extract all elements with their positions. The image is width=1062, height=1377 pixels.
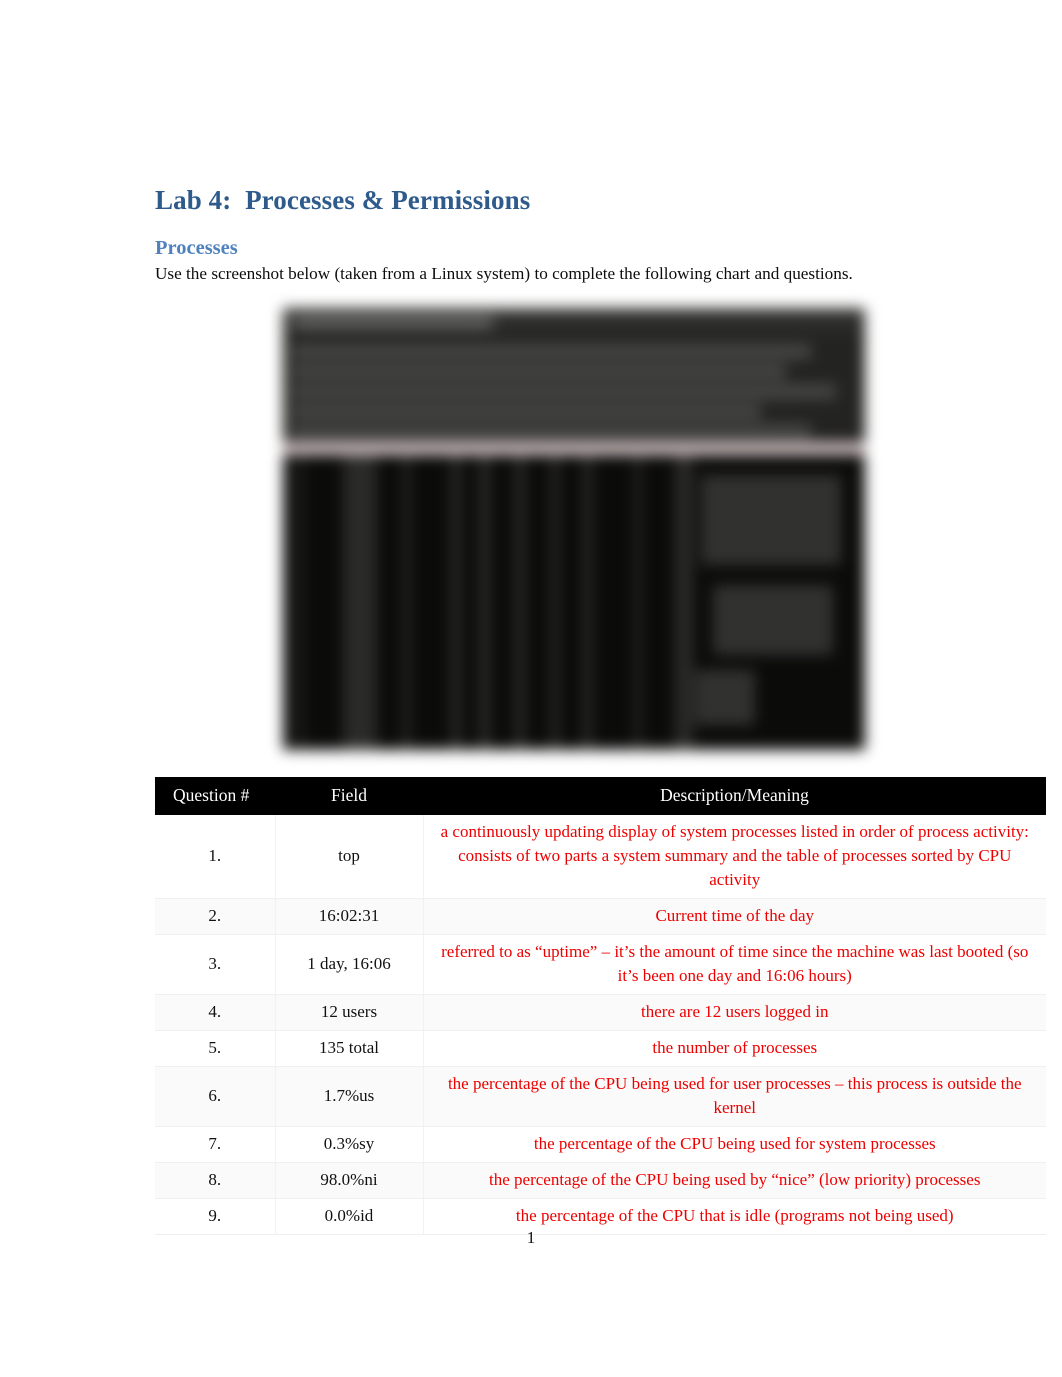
section-heading-processes: Processes: [155, 237, 238, 259]
cell-description: the percentage of the CPU being used by …: [423, 1162, 1046, 1199]
page-title: Lab 4: Processes & Permissions: [155, 185, 531, 216]
table-row: 6. 1.7%us the percentage of the CPU bein…: [155, 1066, 1046, 1127]
terminal-screenshot-image: [283, 308, 865, 750]
table-row: 4. 12 users there are 12 users logged in: [155, 994, 1046, 1031]
cell-description: a continuously updating display of syste…: [423, 815, 1046, 899]
terminal-screenshot-content: [283, 308, 865, 750]
intro-paragraph: Use the screenshot below (taken from a L…: [155, 264, 853, 284]
document-page: Lab 4: Processes & Permissions Processes…: [0, 0, 1062, 1377]
cell-description: referred to as “uptime” – it’s the amoun…: [423, 934, 1046, 995]
answers-table-body: 1. top a continuously updating display o…: [155, 815, 1046, 1235]
cell-description: there are 12 users logged in: [423, 994, 1046, 1031]
table-row: 3. 1 day, 16:06 referred to as “uptime” …: [155, 934, 1046, 995]
cell-description: the percentage of the CPU being used for…: [423, 1126, 1046, 1163]
cell-question-number: 7.: [155, 1126, 276, 1163]
cell-field: 135 total: [275, 1030, 424, 1067]
cell-question-number: 6.: [155, 1066, 276, 1127]
column-header-field: Field: [275, 777, 423, 815]
cell-description: Current time of the day: [423, 898, 1046, 935]
cell-question-number: 8.: [155, 1162, 276, 1199]
terminal-process-table: [283, 455, 865, 750]
table-row: 2. 16:02:31 Current time of the day: [155, 898, 1046, 935]
cell-question-number: 5.: [155, 1030, 276, 1067]
cell-field: 1.7%us: [275, 1066, 424, 1127]
cell-description: the number of processes: [423, 1030, 1046, 1067]
terminal-titlebar: [283, 308, 865, 338]
terminal-summary-block: [283, 338, 865, 442]
table-row: 5. 135 total the number of processes: [155, 1030, 1046, 1067]
cell-question-number: 2.: [155, 898, 276, 935]
cell-field: 98.0%ni: [275, 1162, 424, 1199]
table-header-row: Question # Field Description/Meaning: [155, 777, 1046, 815]
page-number: 1: [526, 1228, 536, 1247]
cell-field: 0.3%sy: [275, 1126, 424, 1163]
cell-description: the percentage of the CPU being used for…: [423, 1066, 1046, 1127]
table-row: 8. 98.0%ni the percentage of the CPU bei…: [155, 1162, 1046, 1199]
column-header-description: Description/Meaning: [423, 777, 1046, 815]
terminal-header-highlight-row: [283, 442, 865, 455]
cell-question-number: 3.: [155, 934, 276, 995]
cell-question-number: 4.: [155, 994, 276, 1031]
terminal-screenshot-blur: [283, 308, 865, 750]
column-header-question: Question #: [155, 777, 275, 815]
cell-field: 1 day, 16:06: [275, 934, 424, 995]
cell-field: 16:02:31: [275, 898, 424, 935]
cell-field: 12 users: [275, 994, 424, 1031]
table-row: 7. 0.3%sy the percentage of the CPU bein…: [155, 1126, 1046, 1163]
answers-table: Question # Field Description/Meaning 1. …: [155, 777, 1046, 1235]
cell-question-number: 1.: [155, 815, 276, 899]
table-row: 1. top a continuously updating display o…: [155, 815, 1046, 899]
cell-field: top: [275, 815, 424, 899]
